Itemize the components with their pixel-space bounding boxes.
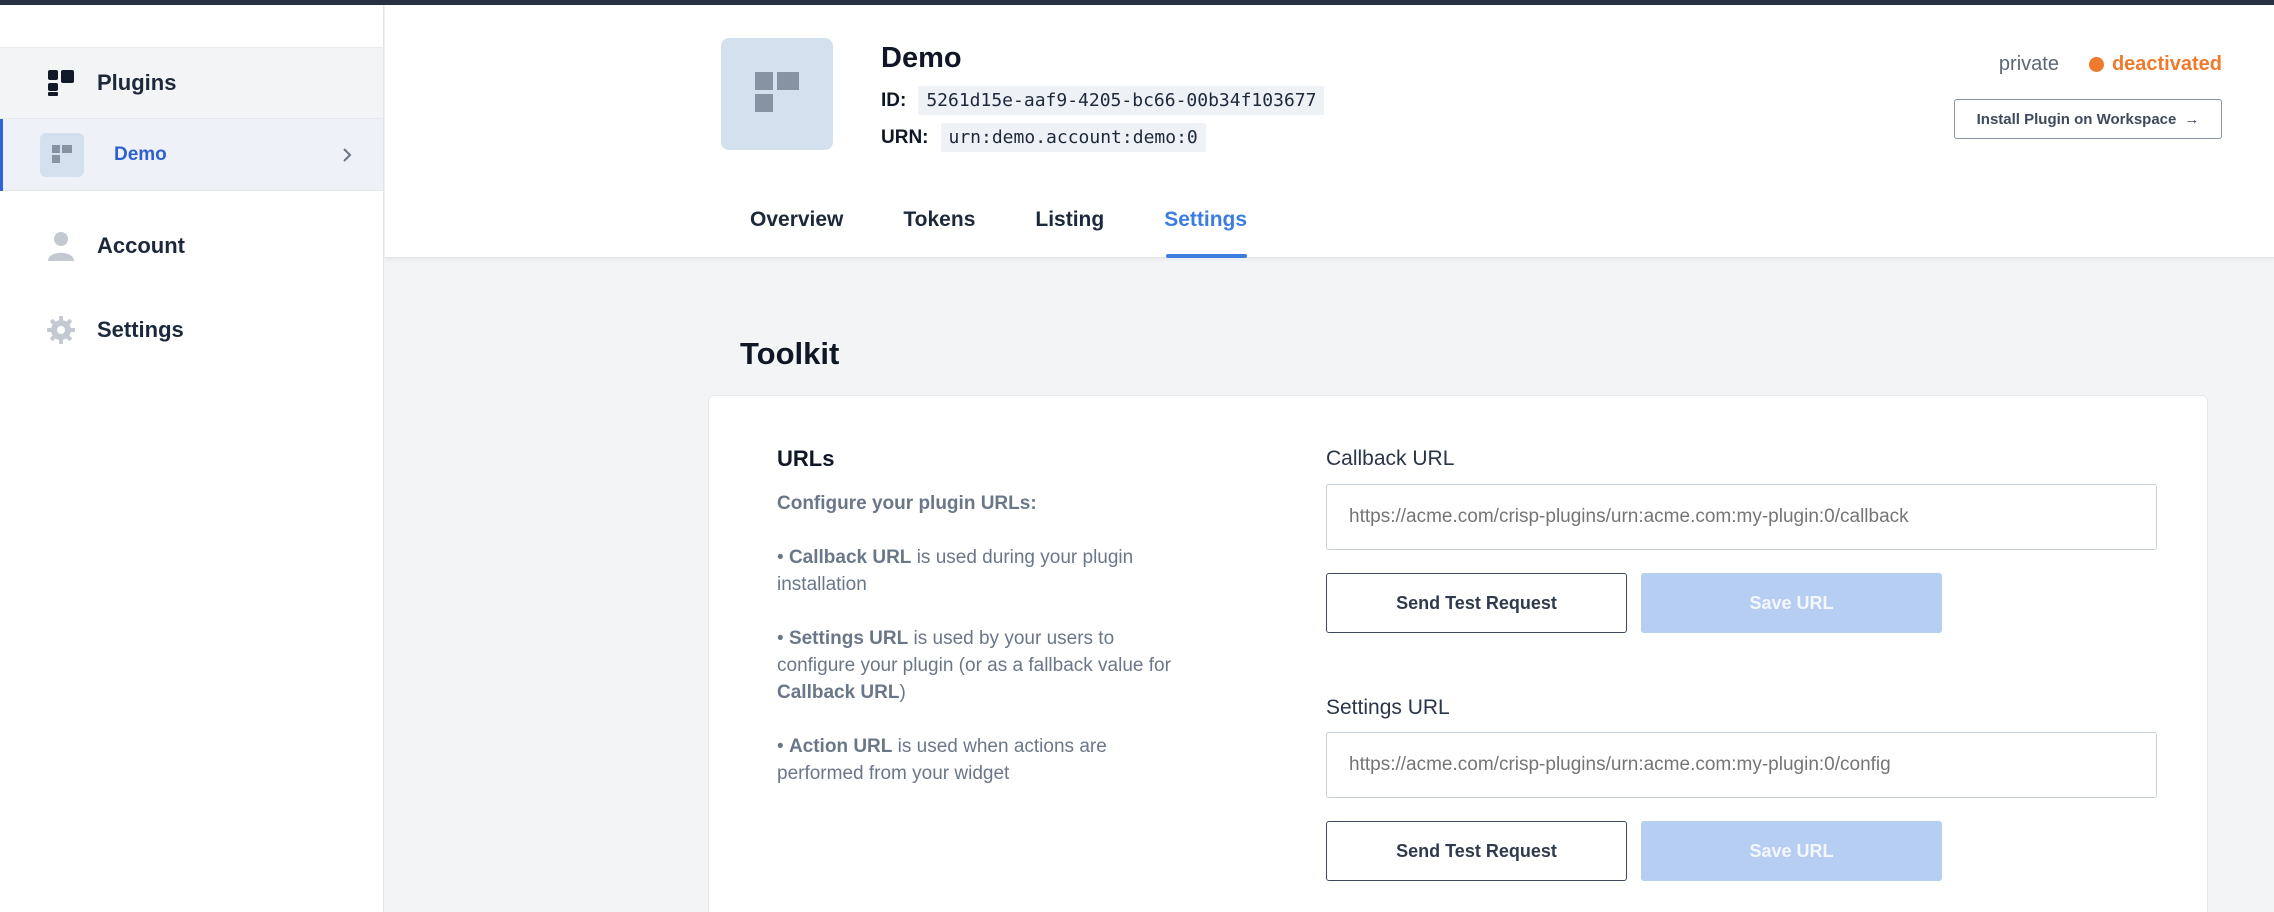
plugin-id-row: ID: 5261d15e-aaf9-4205-bc66-00b34f103677 (881, 86, 1325, 115)
urn-label: URN: (881, 126, 929, 148)
chevron-right-icon (333, 141, 361, 169)
page-title: Demo (881, 42, 962, 74)
sidebar-item-plugins[interactable]: Plugins (0, 47, 383, 119)
tab-bar: Overview Tokens Listing Settings (750, 208, 1307, 258)
settings-send-test-button[interactable]: Send Test Request (1326, 821, 1627, 881)
id-label: ID: (881, 89, 907, 111)
section-title: Toolkit (740, 336, 840, 371)
settings-url-input[interactable] (1326, 732, 2157, 798)
callback-save-url-button[interactable]: Save URL (1641, 573, 1942, 633)
plugin-header: Demo ID: 5261d15e-aaf9-4205-bc66-00b34f1… (385, 5, 2274, 258)
plugin-status: private deactivated (1999, 53, 2222, 76)
status-dot-icon (2088, 57, 2104, 72)
plugin-logo-icon (721, 38, 833, 150)
sidebar-item-label: Plugins (97, 70, 177, 95)
sidebar-item-label: Demo (114, 143, 167, 165)
urn-value: urn:demo.account:demo:0 (940, 123, 1206, 152)
gear-icon (46, 315, 76, 345)
bullet-callback: • Callback URL is used during your plugi… (777, 547, 1134, 595)
install-plugin-button[interactable]: Install Plugin on Workspace → (1954, 99, 2222, 139)
urls-heading: URLs (777, 446, 835, 471)
settings-save-url-button[interactable]: Save URL (1641, 821, 1942, 881)
urls-card: URLs Configure your plugin URLs: • Callb… (708, 395, 2208, 912)
install-button-label: Install Plugin on Workspace (1976, 110, 2177, 128)
tab-overview[interactable]: Overview (750, 208, 843, 258)
sidebar-item-label: Account (97, 233, 185, 258)
sidebar-item-account[interactable]: Account (0, 210, 383, 282)
visibility-label: private (1998, 53, 2059, 75)
plugin-urn-row: URN: urn:demo.account:demo:0 (881, 123, 1206, 152)
tab-tokens[interactable]: Tokens (903, 208, 975, 258)
bullet-action: • Action URL is used when actions are pe… (777, 736, 1107, 784)
settings-url-label: Settings URL (1326, 696, 1450, 719)
sidebar: Plugins Demo Account Settings (0, 5, 384, 912)
sidebar-item-settings[interactable]: Settings (0, 294, 383, 366)
callback-url-input[interactable] (1326, 484, 2157, 550)
tab-settings[interactable]: Settings (1164, 208, 1247, 258)
sidebar-item-label: Settings (97, 317, 184, 342)
tab-listing[interactable]: Listing (1035, 208, 1104, 258)
bullet-settings: • Settings URL is used by your users to … (777, 628, 1171, 703)
plugins-grid-icon (46, 68, 76, 98)
urls-subtitle: Configure your plugin URLs: (777, 493, 1037, 514)
callback-url-label: Callback URL (1326, 447, 1455, 470)
callback-send-test-button[interactable]: Send Test Request (1326, 573, 1627, 633)
arrow-right-icon: → (2184, 110, 2200, 128)
id-value: 5261d15e-aaf9-4205-bc66-00b34f103677 (918, 86, 1325, 115)
status-badge: deactivated (2111, 53, 2222, 75)
plugin-thumb-icon (40, 132, 84, 177)
user-icon (46, 231, 76, 261)
sidebar-item-demo[interactable]: Demo (0, 119, 383, 191)
